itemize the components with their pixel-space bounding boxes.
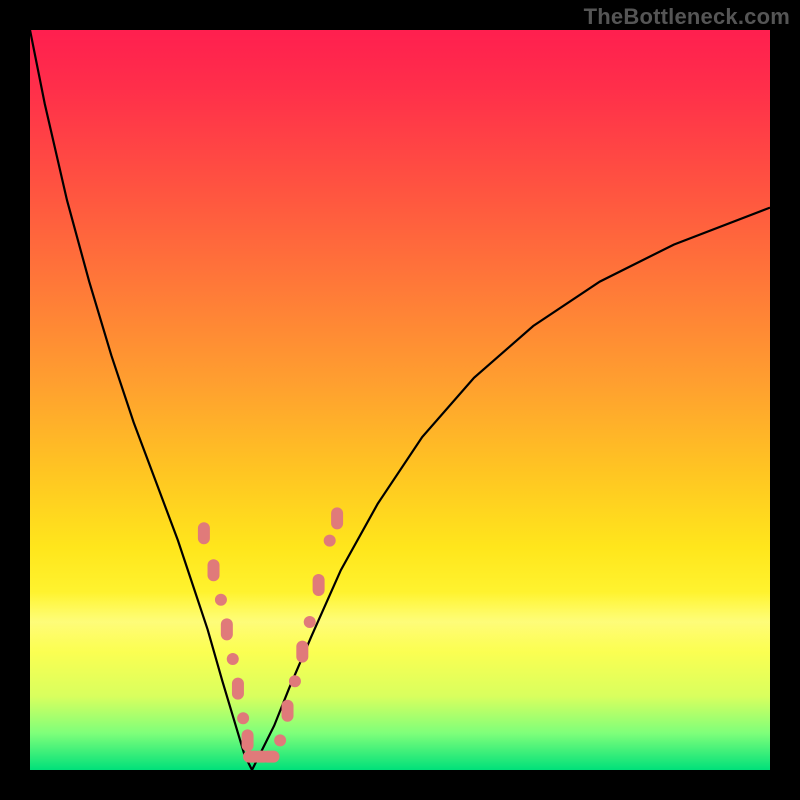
plot-area — [30, 30, 770, 770]
watermark-text: TheBottleneck.com — [584, 4, 790, 30]
marker-pill — [221, 618, 233, 640]
marker-pill — [262, 751, 280, 763]
marker-pill — [198, 522, 210, 544]
marker-pill — [313, 574, 325, 596]
marker-pill — [208, 559, 220, 581]
marker-pill — [296, 641, 308, 663]
marker-pill — [242, 729, 254, 751]
marker-dot — [227, 653, 239, 665]
marker-dot — [324, 535, 336, 547]
marker-pill — [282, 700, 294, 722]
markers-group — [198, 507, 343, 762]
curve-left-branch — [30, 30, 252, 770]
curve-right-branch — [252, 208, 770, 770]
marker-dot — [304, 616, 316, 628]
marker-dot — [215, 594, 227, 606]
curve-group — [30, 30, 770, 770]
marker-dot — [274, 734, 286, 746]
marker-pill — [331, 507, 343, 529]
chart-frame: TheBottleneck.com — [0, 0, 800, 800]
marker-dot — [289, 675, 301, 687]
marker-dot — [237, 712, 249, 724]
bottleneck-curve-svg — [30, 30, 770, 770]
marker-pill — [232, 678, 244, 700]
